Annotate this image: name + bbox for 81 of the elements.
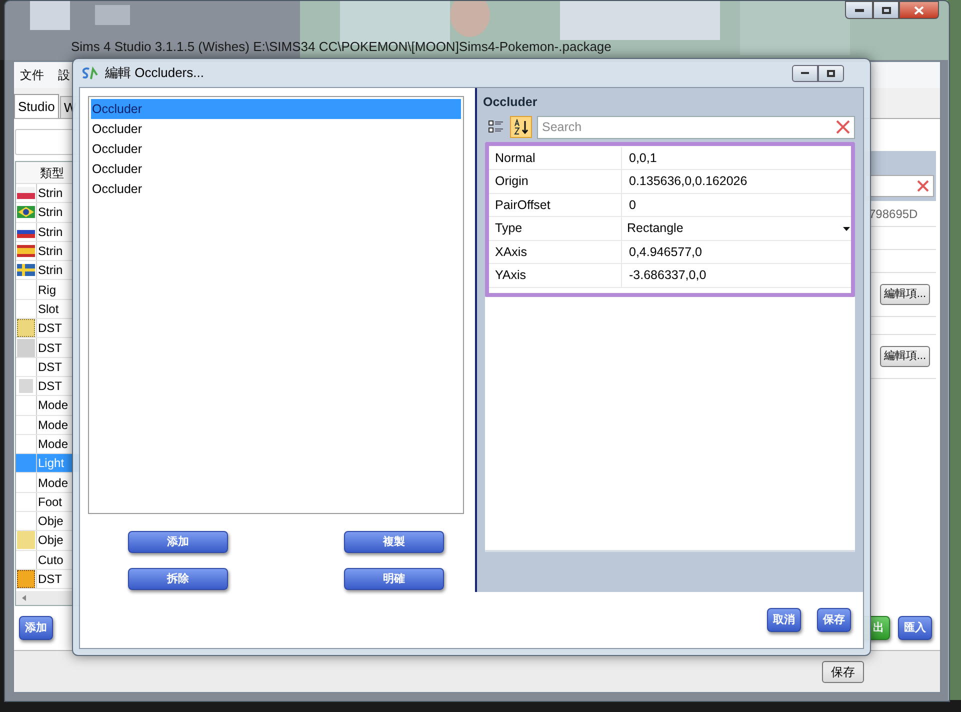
table-cell-text: Mode: [38, 436, 68, 453]
clear-icon[interactable]: [916, 179, 930, 193]
panel-title: Occluder: [482, 94, 538, 111]
property-name: Normal: [489, 146, 622, 170]
table-cell-text: Strin: [38, 185, 63, 202]
property-name: Origin: [489, 170, 622, 193]
table-cell-text: DST: [38, 320, 62, 338]
dropdown-arrow-icon: [843, 226, 850, 230]
sort-alphabetical-button[interactable]: [510, 116, 532, 138]
maximize-button[interactable]: [873, 1, 899, 19]
property-name: YAxis: [489, 264, 622, 287]
column-header[interactable]: 類型: [40, 164, 64, 182]
property-name: Type: [489, 217, 622, 240]
thumbnail-icon: [17, 570, 35, 588]
table-cell-text: Strin: [38, 262, 63, 280]
search-input[interactable]: Search: [542, 118, 836, 137]
property-value[interactable]: -3.686337,0,0: [622, 266, 851, 285]
menu-item[interactable]: 設: [58, 66, 70, 84]
table-cell-text: Mode: [38, 416, 68, 434]
flag-icon: [17, 245, 35, 258]
table-cell-text: Rig: [38, 282, 56, 299]
table-cell-text: Obje: [38, 532, 64, 550]
table-cell-text: Obje: [38, 513, 64, 530]
table-cell-text: Cuto: [38, 552, 64, 569]
thumbnail-icon: [17, 338, 35, 357]
list-action-button[interactable]: 明確: [344, 568, 444, 590]
flag-icon: [17, 206, 35, 218]
table-cell-text: Mode: [38, 474, 68, 492]
list-action-button[interactable]: 複製: [344, 531, 444, 553]
minimize-button[interactable]: [792, 64, 818, 82]
action-button[interactable]: 匯入: [898, 616, 932, 640]
table-cell-text: DST: [38, 358, 62, 376]
action-button[interactable]: 添加: [19, 616, 53, 640]
table-cell-text: Strin: [38, 243, 63, 260]
flag-icon: [17, 264, 35, 276]
property-value[interactable]: 0,4.946577,0: [622, 242, 851, 262]
flag-icon: [17, 187, 35, 200]
maximize-button[interactable]: [818, 64, 844, 82]
dialog-button[interactable]: 保存: [817, 608, 851, 632]
sort-icon: [513, 119, 529, 136]
edit-items-button[interactable]: 編輯項...: [880, 284, 930, 305]
list-item[interactable]: Occluder: [91, 179, 461, 199]
list-item[interactable]: Occluder: [91, 119, 461, 139]
table-cell-text: Strin: [38, 224, 63, 241]
table-cell-text: DST: [38, 340, 62, 357]
property-dropdown[interactable]: Rectangle: [622, 217, 851, 240]
table-cell-text: DST: [38, 571, 62, 588]
tab[interactable]: Studio: [14, 94, 59, 118]
menu-item[interactable]: 文件: [20, 66, 44, 84]
save-button[interactable]: 保存: [822, 660, 864, 682]
dialog-button[interactable]: 取消: [767, 608, 801, 632]
property-name: PairOffset: [489, 194, 622, 216]
property-value[interactable]: 0: [622, 196, 851, 214]
thumbnail-icon: [19, 379, 33, 394]
table-cell-text: Foot: [38, 494, 62, 511]
categorized-icon: [488, 120, 504, 134]
list-action-button[interactable]: 添加: [128, 531, 228, 553]
thumbnail-icon: [17, 319, 35, 338]
table-cell-text: DST: [38, 378, 62, 396]
close-icon: [914, 6, 924, 14]
window-title: Sims 4 Studio 3.1.1.5 (Wishes) E:\SIMS34 CC\POKEMON\[MOON]Sims4-Pokemon-.package: [71, 38, 612, 56]
property-value[interactable]: 0.135636,0,0.162026: [622, 172, 851, 191]
list-item[interactable]: Occluder: [91, 159, 461, 179]
property-value[interactable]: 0,0,1: [622, 148, 851, 168]
table-cell-text: Light: [38, 455, 64, 472]
edit-items-button[interactable]: 編輯項...: [880, 346, 930, 367]
app-logo-icon: [81, 65, 99, 81]
table-cell-text: Strin: [38, 204, 63, 222]
left-arrow-icon: [20, 594, 28, 602]
clear-icon[interactable]: [836, 120, 850, 134]
dialog-title: 編輯 Occluders...: [105, 64, 204, 82]
table-cell-text: Mode: [38, 397, 68, 414]
list-item[interactable]: Occluder: [91, 99, 461, 119]
thumbnail-icon: [17, 531, 35, 550]
table-cell-text: Slot: [38, 300, 59, 318]
list-item[interactable]: Occluder: [91, 139, 461, 159]
list-action-button[interactable]: 拆除: [128, 568, 228, 590]
property-name: XAxis: [489, 240, 622, 264]
close-button[interactable]: [899, 1, 939, 19]
search-field[interactable]: Search: [537, 116, 855, 139]
minimize-button[interactable]: [845, 1, 873, 19]
